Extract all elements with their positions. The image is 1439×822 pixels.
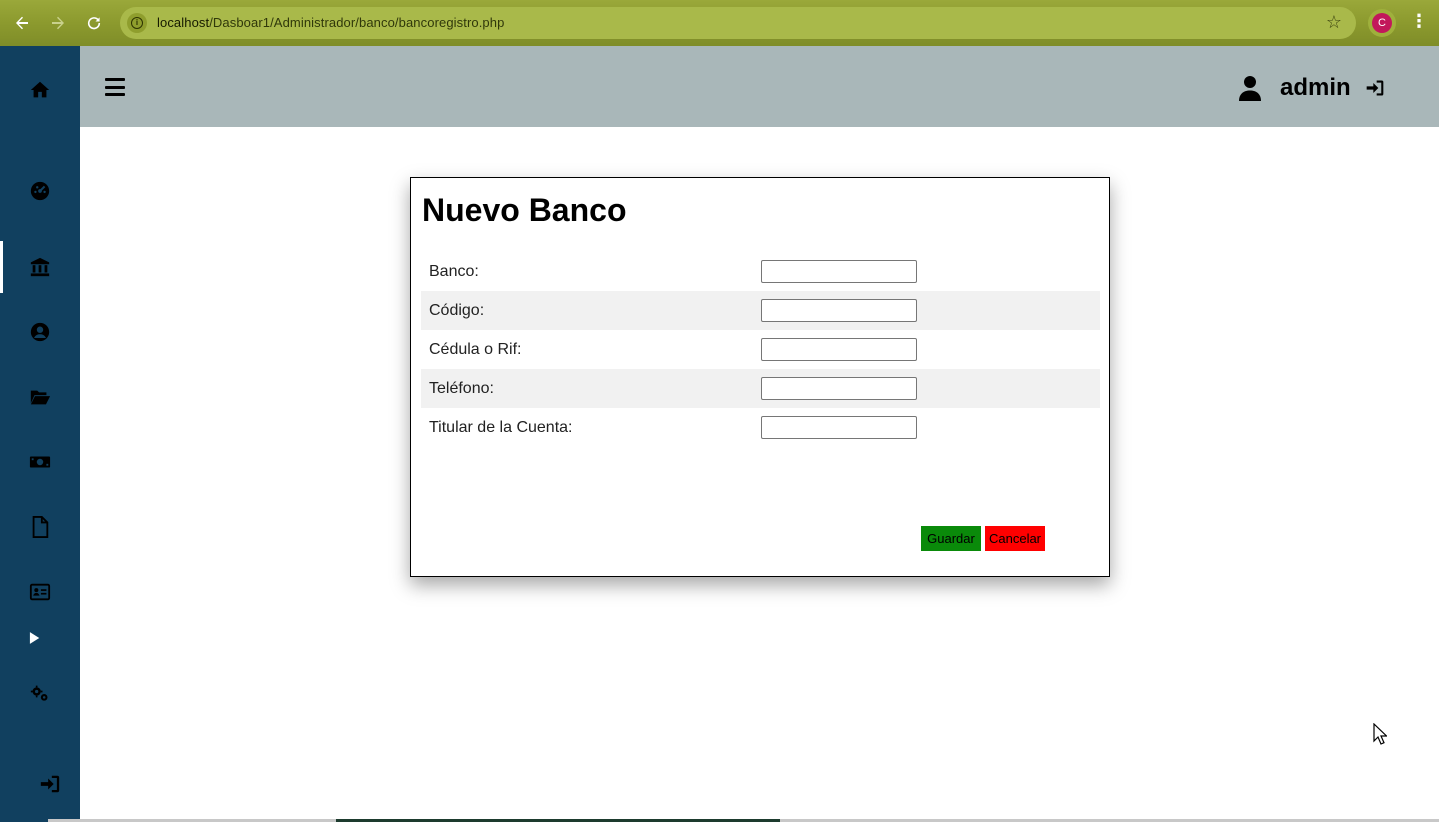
url-text[interactable]: localhost/Dasboar1/Administrador/banco/b…	[157, 15, 504, 30]
reload-icon[interactable]	[82, 11, 106, 35]
username-label: admin	[1280, 74, 1351, 101]
money-icon	[29, 456, 51, 468]
field-row-codigo: Código:	[421, 291, 1100, 330]
mouse-cursor-icon	[1373, 723, 1387, 745]
banco-input[interactable]	[761, 260, 917, 283]
sign-in-icon	[40, 775, 60, 793]
hamburger-menu-icon[interactable]	[105, 78, 125, 96]
sidebar-item-signin[interactable]	[10, 762, 90, 806]
codigo-input[interactable]	[761, 299, 917, 322]
sidebar-item-documents[interactable]	[0, 505, 80, 549]
home-icon	[30, 81, 50, 98]
sidebar-item-dashboard[interactable]	[0, 169, 80, 213]
user-icon	[1239, 76, 1261, 101]
sidebar-item-home[interactable]	[0, 68, 80, 112]
sidebar-item-id-cards[interactable]	[0, 570, 80, 614]
bookmark-star-icon[interactable]: ☆	[1326, 12, 1342, 33]
field-label: Teléfono:	[429, 379, 494, 397]
user-circle-icon	[30, 322, 50, 342]
form-title: Nuevo Banco	[422, 192, 627, 228]
sidebar	[0, 46, 80, 822]
field-label: Titular de la Cuenta:	[429, 418, 573, 436]
browser-menu-icon[interactable]: ⋮	[1410, 12, 1428, 30]
top-header: admin	[80, 46, 1439, 127]
sidebar-item-payments[interactable]	[0, 440, 80, 484]
sidebar-item-bank[interactable]	[0, 241, 80, 293]
titular-input[interactable]	[761, 416, 917, 439]
address-bar[interactable]: i localhost/Dasboar1/Administrador/banco…	[120, 7, 1356, 39]
site-info-icon[interactable]: i	[127, 13, 147, 33]
field-row-telefono: Teléfono:	[421, 369, 1100, 408]
sidebar-item-users[interactable]	[0, 310, 80, 354]
folder-open-icon	[30, 390, 51, 405]
cancel-button[interactable]: Cancelar	[985, 526, 1045, 551]
sidebar-expand-toggle[interactable]	[0, 616, 74, 660]
id-card-icon	[29, 583, 51, 601]
play-icon	[29, 632, 40, 644]
field-row-banco: Banco:	[421, 252, 1100, 291]
sidebar-item-settings[interactable]	[0, 672, 80, 716]
dashboard-icon	[30, 181, 50, 201]
form-fields: Banco: Código: Cédula o Rif: Teléfono: T…	[421, 252, 1100, 447]
field-row-cedula: Cédula o Rif:	[421, 330, 1100, 369]
save-button[interactable]: Guardar	[921, 526, 981, 551]
gears-icon	[30, 685, 48, 701]
cedula-rif-input[interactable]	[761, 338, 917, 361]
profile-avatar[interactable]: C	[1368, 9, 1396, 37]
field-row-titular: Titular de la Cuenta:	[421, 408, 1100, 447]
new-bank-form: Nuevo Banco Banco: Código: Cédula o Rif:…	[410, 177, 1110, 577]
telefono-input[interactable]	[761, 377, 917, 400]
field-label: Banco:	[429, 262, 479, 280]
sign-in-icon[interactable]	[1364, 78, 1386, 98]
file-icon	[32, 516, 49, 538]
field-label: Código:	[429, 301, 485, 319]
bank-icon	[30, 257, 50, 277]
sidebar-item-folders[interactable]	[0, 375, 80, 419]
field-label: Cédula o Rif:	[429, 340, 522, 358]
browser-toolbar: i localhost/Dasboar1/Administrador/banco…	[0, 0, 1439, 46]
back-arrow-icon[interactable]	[10, 11, 34, 35]
forward-arrow-icon[interactable]	[46, 11, 70, 35]
